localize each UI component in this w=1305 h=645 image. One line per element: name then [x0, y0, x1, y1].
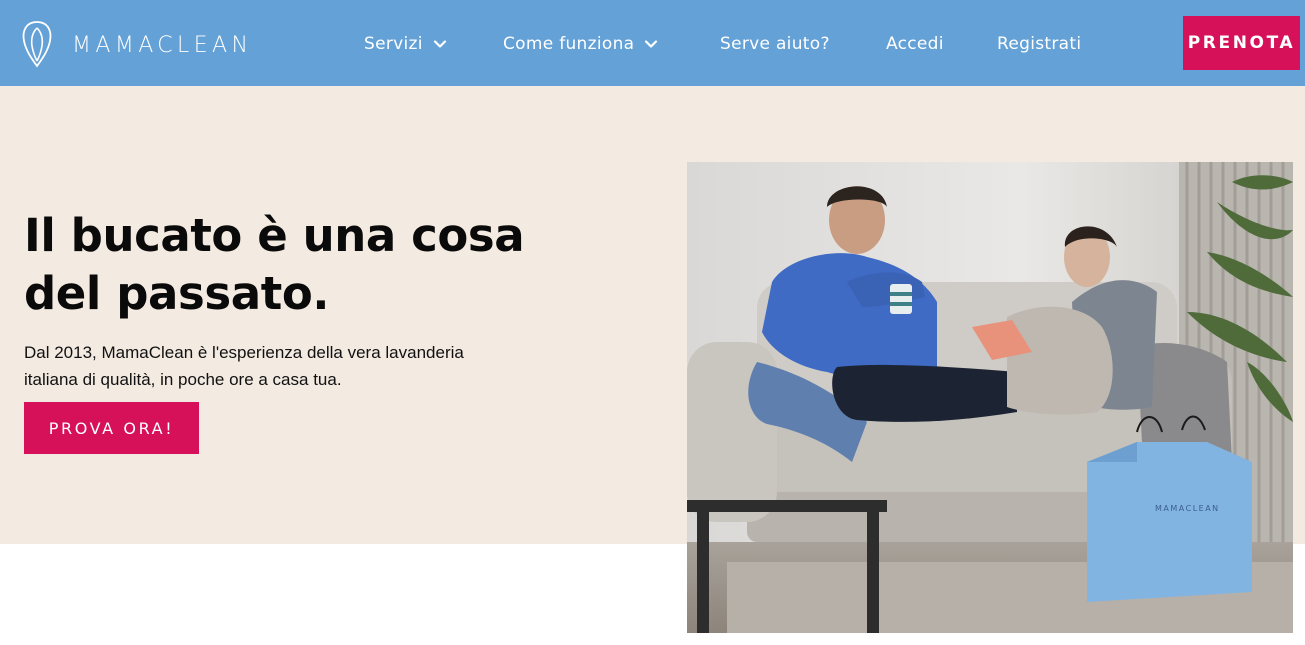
drop-outline-logo-icon — [22, 21, 52, 68]
hero-photo: MAMACLEAN — [687, 162, 1293, 633]
hero-title: Il bucato è una cosa del passato. — [24, 209, 525, 320]
nav-item-serve-aiuto[interactable]: Serve aiuto? — [720, 30, 830, 58]
hero-subtitle: Dal 2013, MamaClean è l'esperienza della… — [24, 343, 464, 389]
couple-on-sofa-photo-icon: MAMACLEAN — [687, 162, 1293, 633]
bag-label: MAMACLEAN — [1155, 504, 1220, 513]
nav-label: Accedi — [886, 34, 944, 54]
site-header: MAMACLEAN Servizi Come funziona Serve ai… — [0, 0, 1305, 88]
book-button[interactable]: PRENOTA — [1183, 16, 1300, 70]
nav-label: Servizi — [364, 34, 423, 54]
try-now-button[interactable]: PROVA ORA! — [24, 402, 199, 454]
nav-item-registrati[interactable]: Registrati — [997, 30, 1081, 58]
nav-item-accedi[interactable]: Accedi — [886, 30, 944, 58]
nav-item-come-funziona[interactable]: Come funziona — [503, 30, 658, 58]
hero-copy: Il bucato è una cosa del passato. Dal 20… — [24, 207, 544, 393]
nav-label: Registrati — [997, 34, 1082, 54]
chevron-down-icon — [433, 40, 446, 48]
brand-name: MAMACLEAN — [72, 32, 253, 58]
nav-item-servizi[interactable]: Servizi — [364, 30, 447, 58]
chevron-down-icon — [645, 40, 658, 48]
nav-label: Serve aiuto? — [720, 34, 830, 54]
nav-label: Come funziona — [503, 34, 635, 54]
brand-logo[interactable]: MAMACLEAN — [20, 19, 252, 69]
